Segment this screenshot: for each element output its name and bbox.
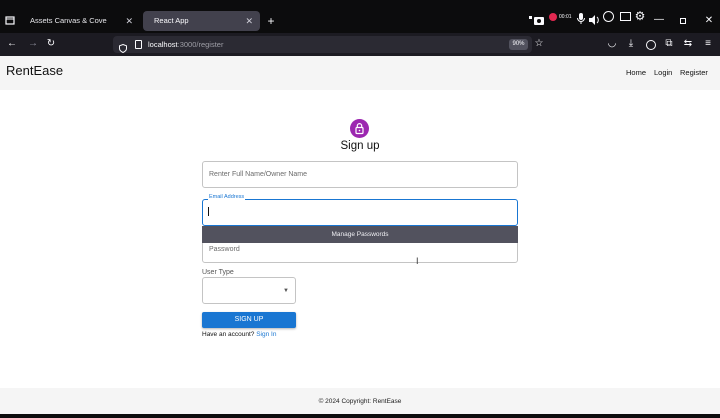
tab-title: Assets Canvas & Cove <box>30 16 107 25</box>
user-type-label: User Type <box>202 269 234 276</box>
gear-icon[interactable]: ⚙ <box>634 10 646 22</box>
tab-assets[interactable]: Assets Canvas & Cove ✕ <box>19 11 140 31</box>
close-icon[interactable]: ✕ <box>245 11 253 31</box>
copyright-text: © 2024 Copyright: RentEase <box>318 398 402 405</box>
tab-title: React App <box>154 16 189 25</box>
text-caret <box>208 207 209 216</box>
restore-icon[interactable] <box>680 18 686 24</box>
app-navbar <box>0 56 720 90</box>
account-icon[interactable] <box>646 40 656 50</box>
sign-in-link[interactable]: Sign In <box>256 331 276 338</box>
volume-icon[interactable] <box>588 12 600 25</box>
minimize-icon[interactable]: — <box>653 14 665 26</box>
brand-logo[interactable]: RentEase <box>6 63 63 79</box>
window-close-icon[interactable]: ✕ <box>703 15 715 27</box>
nav-register[interactable]: Register <box>680 68 708 78</box>
text-cursor-icon: I <box>416 256 419 266</box>
tab-react-app[interactable]: React App ✕ <box>143 11 260 31</box>
record-indicator-icon <box>549 13 557 21</box>
url-text[interactable]: localhost:3000/register <box>148 38 223 51</box>
close-icon[interactable]: ✕ <box>125 11 133 31</box>
back-icon[interactable]: ← <box>5 38 19 50</box>
camera-icon[interactable] <box>526 13 546 25</box>
name-placeholder: Renter Full Name/Owner Name <box>209 171 308 178</box>
sync-icon[interactable]: ⇆ <box>682 38 694 50</box>
have-account-text: Have an account? Sign In <box>202 330 276 339</box>
window-bottom-edge <box>0 414 720 418</box>
recording-timer: 00:01 <box>559 14 572 20</box>
nav-login[interactable]: Login <box>654 68 672 78</box>
have-account-prefix: Have an account? <box>202 331 257 338</box>
screen-icon[interactable] <box>620 12 631 21</box>
page-info-icon[interactable] <box>135 40 142 49</box>
new-tab-icon[interactable]: + <box>265 15 277 27</box>
tab-overview-icon[interactable] <box>4 15 16 29</box>
name-input[interactable]: Renter Full Name/Owner Name <box>202 161 518 188</box>
pocket-icon[interactable]: ◡ <box>606 38 618 50</box>
zoom-level[interactable]: 90% <box>509 39 528 50</box>
download-icon[interactable]: ⤓ <box>625 38 637 50</box>
shield-icon[interactable] <box>119 40 127 54</box>
email-input[interactable] <box>202 199 518 226</box>
manage-passwords-button[interactable]: Manage Passwords <box>202 226 518 243</box>
lock-avatar <box>350 119 369 138</box>
url-host: localhost <box>148 40 178 49</box>
menu-icon[interactable]: ≡ <box>702 38 714 50</box>
password-input[interactable]: Password <box>202 241 518 263</box>
star-icon[interactable]: ☆ <box>533 38 545 50</box>
signup-button[interactable]: SIGN UP <box>202 312 296 328</box>
reload-icon[interactable]: ↻ <box>44 38 58 50</box>
nav-home[interactable]: Home <box>626 68 646 78</box>
user-type-select[interactable]: ▼ <box>202 277 296 304</box>
extensions-icon[interactable]: ⧉ <box>663 38 675 50</box>
url-path: :3000/register <box>177 40 224 49</box>
lock-icon <box>355 123 364 135</box>
timer-icon[interactable] <box>603 11 614 22</box>
page-title: Sign up <box>340 140 380 152</box>
mic-icon[interactable] <box>576 11 586 24</box>
password-placeholder: Password <box>209 246 240 253</box>
chevron-down-icon: ▼ <box>283 288 289 294</box>
forward-icon[interactable]: → <box>26 38 40 50</box>
email-label: Email Address <box>208 194 246 201</box>
